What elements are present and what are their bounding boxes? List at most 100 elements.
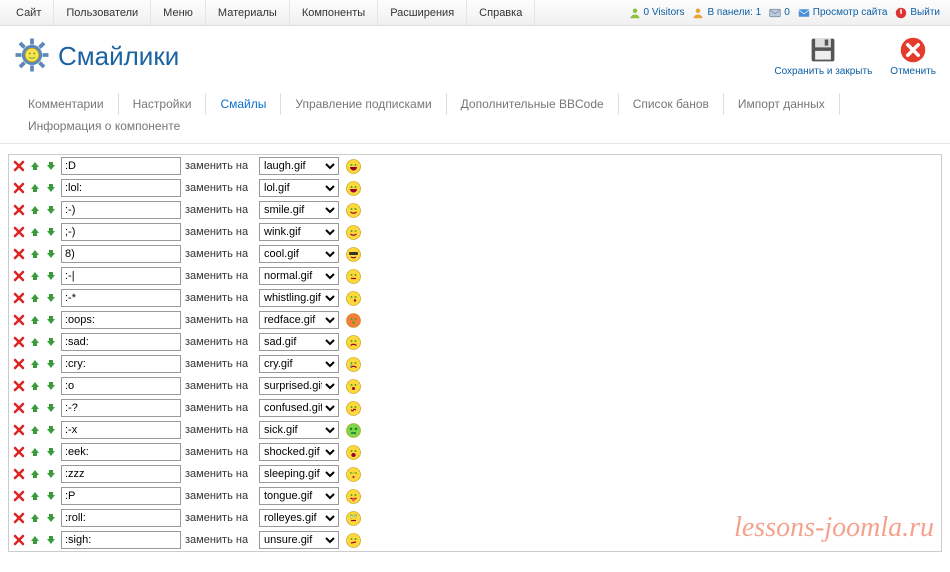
smiley-code-input[interactable]	[61, 355, 181, 373]
delete-icon[interactable]	[13, 182, 25, 194]
smiley-code-input[interactable]	[61, 245, 181, 263]
move-up-icon[interactable]	[29, 424, 41, 436]
smiley-file-select[interactable]: normal.gif	[259, 267, 339, 285]
tab-2[interactable]: Смайлы	[206, 93, 281, 115]
smiley-file-select[interactable]: surprised.gif	[259, 377, 339, 395]
smiley-file-select[interactable]: cry.gif	[259, 355, 339, 373]
delete-icon[interactable]	[13, 248, 25, 260]
delete-icon[interactable]	[13, 160, 25, 172]
smiley-file-select[interactable]: sick.gif	[259, 421, 339, 439]
smiley-file-select[interactable]: sleeping.gif	[259, 465, 339, 483]
save-and-close-button[interactable]: Сохранить и закрыть	[774, 36, 872, 77]
smiley-code-input[interactable]	[61, 201, 181, 219]
move-up-icon[interactable]	[29, 314, 41, 326]
delete-icon[interactable]	[13, 226, 25, 238]
top-menu-меню[interactable]: Меню	[151, 0, 206, 26]
smiley-code-input[interactable]	[61, 377, 181, 395]
smiley-code-input[interactable]	[61, 289, 181, 307]
delete-icon[interactable]	[13, 534, 25, 546]
panel-indicator[interactable]: В панели: 1	[692, 7, 761, 19]
tab-4[interactable]: Дополнительные BBCode	[447, 93, 619, 115]
move-down-icon[interactable]	[45, 358, 57, 370]
logout-link[interactable]: Выйти	[895, 7, 940, 19]
move-down-icon[interactable]	[45, 226, 57, 238]
delete-icon[interactable]	[13, 314, 25, 326]
move-down-icon[interactable]	[45, 512, 57, 524]
delete-icon[interactable]	[13, 204, 25, 216]
move-down-icon[interactable]	[45, 248, 57, 260]
delete-icon[interactable]	[13, 402, 25, 414]
move-up-icon[interactable]	[29, 226, 41, 238]
top-menu-материалы[interactable]: Материалы	[206, 0, 290, 26]
delete-icon[interactable]	[13, 468, 25, 480]
smiley-file-select[interactable]: lol.gif	[259, 179, 339, 197]
smiley-file-select[interactable]: laugh.gif	[259, 157, 339, 175]
delete-icon[interactable]	[13, 424, 25, 436]
tab-1[interactable]: Настройки	[119, 93, 207, 115]
move-up-icon[interactable]	[29, 270, 41, 282]
move-down-icon[interactable]	[45, 380, 57, 392]
tab-5[interactable]: Список банов	[619, 93, 724, 115]
delete-icon[interactable]	[13, 512, 25, 524]
move-up-icon[interactable]	[29, 204, 41, 216]
smiley-file-select[interactable]: cool.gif	[259, 245, 339, 263]
top-menu-компоненты[interactable]: Компоненты	[290, 0, 378, 26]
tab-7[interactable]: Информация о компоненте	[14, 115, 194, 137]
move-up-icon[interactable]	[29, 160, 41, 172]
move-up-icon[interactable]	[29, 182, 41, 194]
move-down-icon[interactable]	[45, 534, 57, 546]
smiley-code-input[interactable]	[61, 179, 181, 197]
move-down-icon[interactable]	[45, 182, 57, 194]
move-up-icon[interactable]	[29, 490, 41, 502]
smiley-code-input[interactable]	[61, 223, 181, 241]
delete-icon[interactable]	[13, 358, 25, 370]
tab-3[interactable]: Управление подписками	[281, 93, 446, 115]
move-down-icon[interactable]	[45, 204, 57, 216]
tab-6[interactable]: Импорт данных	[724, 93, 840, 115]
delete-icon[interactable]	[13, 336, 25, 348]
messages-indicator[interactable]: 0	[769, 7, 790, 19]
smiley-file-select[interactable]: wink.gif	[259, 223, 339, 241]
tab-0[interactable]: Комментарии	[14, 93, 119, 115]
move-down-icon[interactable]	[45, 446, 57, 458]
move-down-icon[interactable]	[45, 160, 57, 172]
smiley-file-select[interactable]: shocked.gif	[259, 443, 339, 461]
move-down-icon[interactable]	[45, 292, 57, 304]
smiley-code-input[interactable]	[61, 267, 181, 285]
preview-site-link[interactable]: Просмотр сайта	[798, 7, 888, 19]
smiley-file-select[interactable]: tongue.gif	[259, 487, 339, 505]
move-up-icon[interactable]	[29, 380, 41, 392]
move-up-icon[interactable]	[29, 358, 41, 370]
smiley-code-input[interactable]	[61, 531, 181, 549]
delete-icon[interactable]	[13, 380, 25, 392]
move-up-icon[interactable]	[29, 446, 41, 458]
move-up-icon[interactable]	[29, 512, 41, 524]
smiley-code-input[interactable]	[61, 465, 181, 483]
smiley-file-select[interactable]: unsure.gif	[259, 531, 339, 549]
smiley-code-input[interactable]	[61, 333, 181, 351]
top-menu-расширения[interactable]: Расширения	[378, 0, 467, 26]
smiley-file-select[interactable]: whistling.gif	[259, 289, 339, 307]
delete-icon[interactable]	[13, 446, 25, 458]
smiley-code-input[interactable]	[61, 399, 181, 417]
cancel-button[interactable]: Отменить	[890, 36, 936, 77]
delete-icon[interactable]	[13, 270, 25, 282]
smiley-file-select[interactable]: rolleyes.gif	[259, 509, 339, 527]
top-menu-сайт[interactable]: Сайт	[4, 0, 54, 26]
move-up-icon[interactable]	[29, 336, 41, 348]
smiley-file-select[interactable]: smile.gif	[259, 201, 339, 219]
smiley-code-input[interactable]	[61, 443, 181, 461]
smiley-code-input[interactable]	[61, 509, 181, 527]
visitors-indicator[interactable]: 0 Visitors	[629, 7, 685, 19]
smiley-code-input[interactable]	[61, 421, 181, 439]
move-up-icon[interactable]	[29, 248, 41, 260]
move-down-icon[interactable]	[45, 270, 57, 282]
delete-icon[interactable]	[13, 292, 25, 304]
top-menu-пользователи[interactable]: Пользователи	[54, 0, 151, 26]
smiley-file-select[interactable]: redface.gif	[259, 311, 339, 329]
move-down-icon[interactable]	[45, 402, 57, 414]
delete-icon[interactable]	[13, 490, 25, 502]
move-down-icon[interactable]	[45, 490, 57, 502]
move-up-icon[interactable]	[29, 534, 41, 546]
top-menu-справка[interactable]: Справка	[467, 0, 535, 26]
